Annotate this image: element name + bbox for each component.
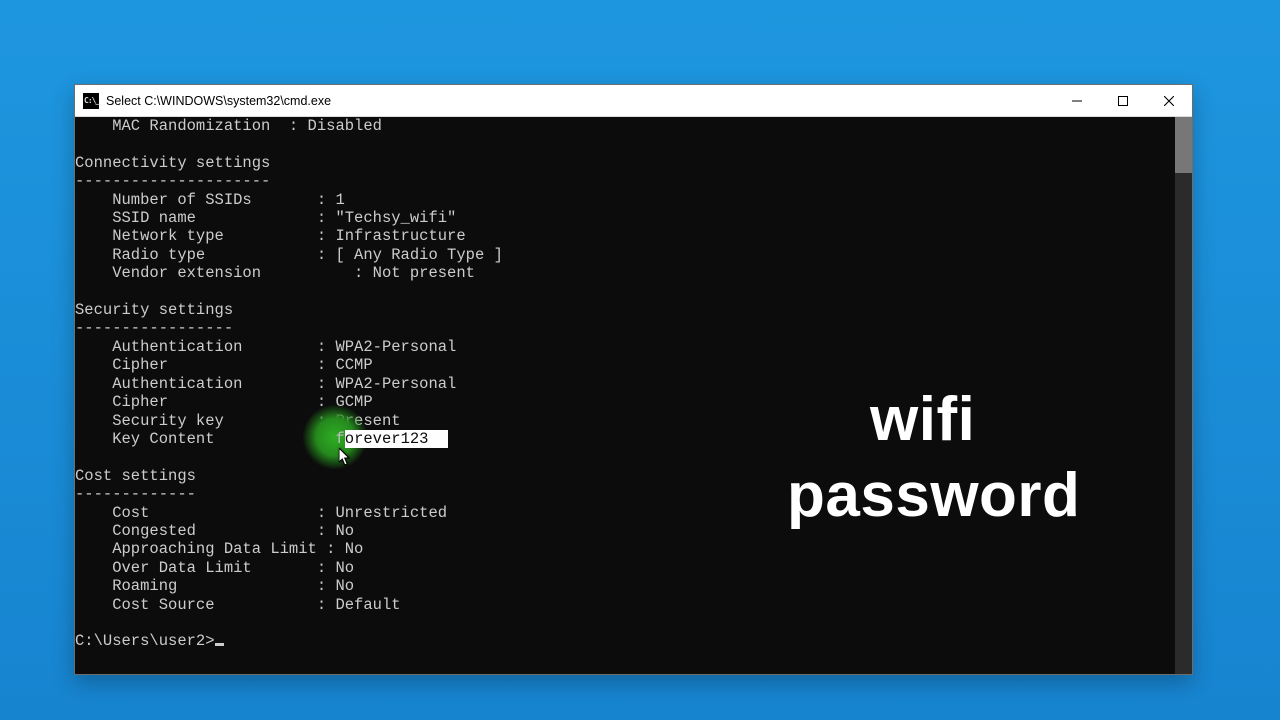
overlay-text-password: password (787, 465, 1080, 527)
divider-connectivity: --------------------- (75, 172, 270, 190)
scrollbar-thumb[interactable] (1175, 117, 1192, 173)
line-ssid-name: SSID name : "Techsy_wifi" (75, 209, 456, 227)
scrollbar-vertical[interactable] (1175, 117, 1192, 674)
close-button[interactable] (1146, 85, 1192, 116)
overlay-text-wifi: wifi (870, 389, 975, 451)
titlebar[interactable]: Select C:\WINDOWS\system32\cmd.exe (75, 85, 1192, 117)
line-over-limit: Over Data Limit : No (75, 559, 354, 577)
key-content-highlight: forever123 (335, 430, 448, 448)
line-roaming: Roaming : No (75, 577, 354, 595)
terminal-area: MAC Randomization : Disabled Connectivit… (75, 117, 1192, 674)
line-cost: Cost : Unrestricted (75, 504, 447, 522)
cmd-icon (83, 93, 99, 109)
heading-cost: Cost settings (75, 467, 196, 485)
text-caret (215, 643, 224, 646)
line-cipher-2: Cipher : GCMP (75, 393, 373, 411)
maximize-button[interactable] (1100, 85, 1146, 116)
line-authentication-1: Authentication : WPA2-Personal (75, 338, 456, 356)
divider-security: ----------------- (75, 319, 233, 337)
line-key-content-label: Key Content : (75, 430, 335, 448)
line-security-key: Security key : Present (75, 412, 401, 430)
line-cipher-1: Cipher : CCMP (75, 356, 373, 374)
line-cost-source: Cost Source : Default (75, 596, 401, 614)
cmd-window: Select C:\WINDOWS\system32\cmd.exe MAC R… (74, 84, 1193, 675)
window-title: Select C:\WINDOWS\system32\cmd.exe (106, 94, 1054, 108)
line-radio-type: Radio type : [ Any Radio Type ] (75, 246, 503, 264)
line-num-ssids: Number of SSIDs : 1 (75, 191, 345, 209)
line-approaching-limit: Approaching Data Limit : No (75, 540, 363, 558)
heading-connectivity: Connectivity settings (75, 154, 270, 172)
line-vendor-extension: Vendor extension : Not present (75, 264, 475, 282)
key-content-selection[interactable]: orever123 (345, 430, 449, 448)
heading-security: Security settings (75, 301, 233, 319)
terminal-output[interactable]: MAC Randomization : Disabled Connectivit… (75, 117, 1175, 674)
window-controls (1054, 85, 1192, 116)
minimize-button[interactable] (1054, 85, 1100, 116)
key-content-first-char: f (335, 430, 344, 448)
divider-cost: ------------- (75, 485, 196, 503)
line-mac-randomization: MAC Randomization : Disabled (75, 117, 382, 135)
line-congested: Congested : No (75, 522, 354, 540)
line-authentication-2: Authentication : WPA2-Personal (75, 375, 456, 393)
line-network-type: Network type : Infrastructure (75, 227, 466, 245)
prompt[interactable]: C:\Users\user2> (75, 632, 215, 650)
